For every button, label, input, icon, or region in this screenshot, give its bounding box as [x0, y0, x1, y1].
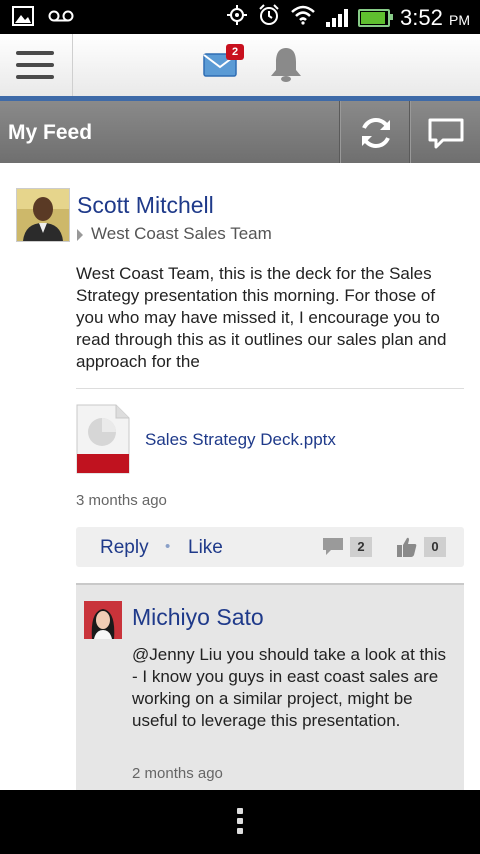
commenter-name[interactable]: Michiyo Sato — [132, 604, 264, 631]
app-top-bar: 2 — [0, 34, 480, 96]
status-bar: 3:52 PM — [0, 0, 480, 34]
caret-right-icon — [77, 228, 83, 241]
feed-header: My Feed — [0, 101, 480, 163]
comment-icon[interactable] — [322, 537, 344, 562]
signal-icon — [326, 8, 349, 27]
commenter-avatar[interactable] — [84, 601, 122, 639]
like-count: 0 — [424, 537, 446, 557]
thumbs-up-icon[interactable] — [396, 536, 418, 563]
comment-count: 2 — [350, 537, 372, 557]
post-author-name[interactable]: Scott Mitchell — [77, 192, 214, 219]
pptx-file-icon[interactable] — [76, 404, 130, 474]
like-button[interactable]: Like — [188, 537, 223, 559]
overflow-menu-icon[interactable] — [235, 808, 245, 838]
gallery-icon — [12, 6, 34, 31]
battery-icon — [358, 8, 394, 27]
refresh-button[interactable] — [339, 101, 410, 163]
page-title: My Feed — [8, 121, 93, 144]
post-body: West Coast Team, this is the deck for th… — [76, 264, 447, 371]
bottom-nav-bar — [0, 790, 480, 854]
divider — [76, 388, 464, 389]
post-group-label: West Coast Sales Team — [91, 224, 272, 243]
voicemail-icon — [48, 9, 74, 28]
author-avatar[interactable] — [16, 188, 70, 242]
action-separator: • — [165, 538, 171, 555]
mail-count-badge: 2 — [226, 44, 244, 60]
gps-icon — [226, 4, 248, 31]
comment-body: @Jenny Liu you should take a look at thi… — [132, 645, 447, 730]
status-time: 3:52 PM — [400, 4, 470, 30]
reply-button[interactable]: Reply — [100, 537, 149, 559]
new-post-button[interactable] — [409, 101, 480, 163]
bell-icon[interactable] — [268, 46, 304, 84]
post-timestamp: 3 months ago — [76, 492, 167, 509]
post-group[interactable]: West Coast Sales Team — [77, 224, 272, 244]
wifi-icon — [290, 5, 316, 30]
post-action-bar: Reply • Like 2 0 — [76, 527, 464, 567]
attachment-link[interactable]: Sales Strategy Deck.pptx — [145, 430, 336, 450]
menu-button[interactable] — [0, 34, 73, 96]
comment-item: Michiyo Sato @Jenny Liu you should take … — [76, 583, 464, 795]
alarm-icon — [258, 4, 280, 31]
comment-timestamp: 2 months ago — [132, 765, 223, 782]
